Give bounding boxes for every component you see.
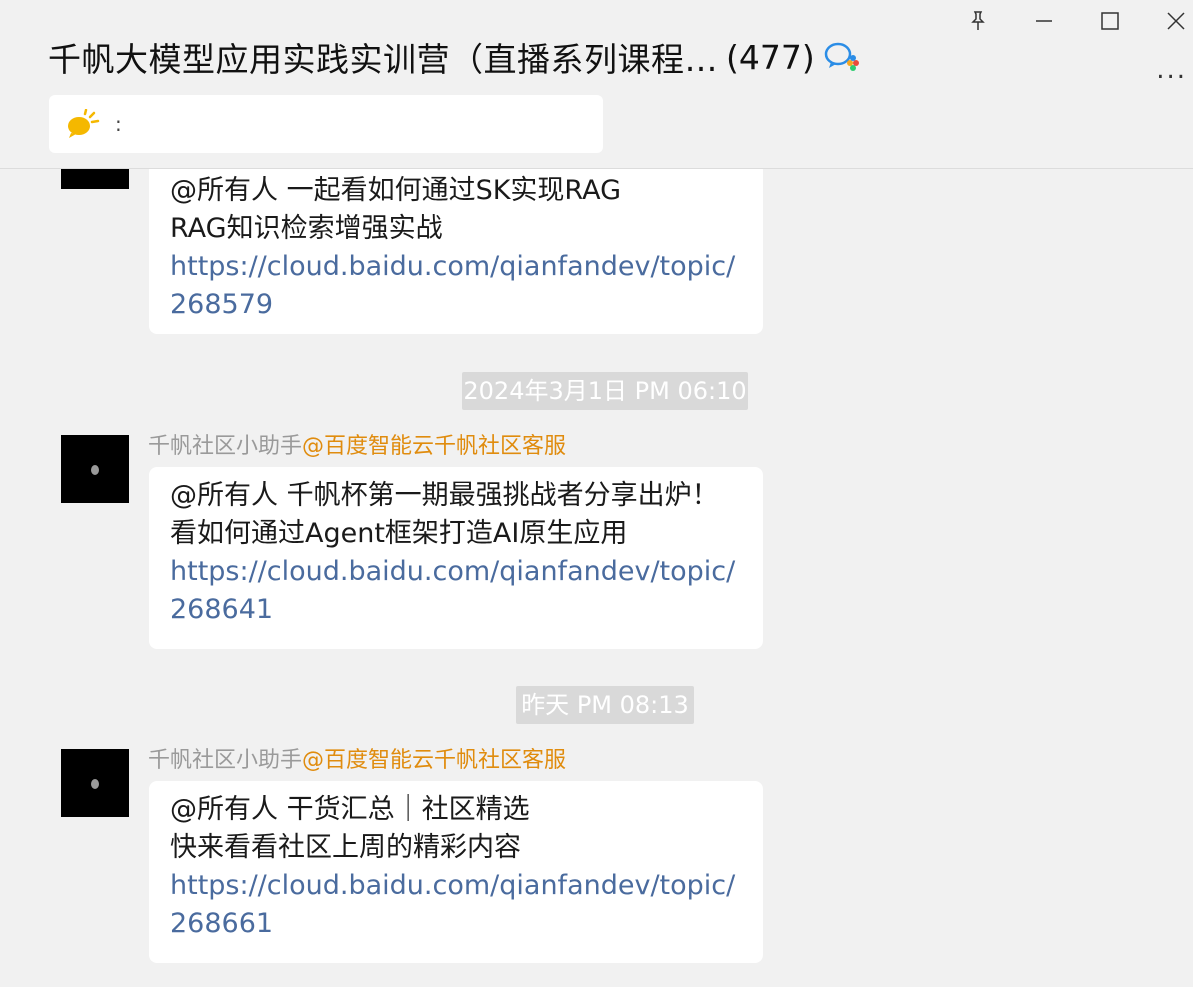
sender-org-tag: @百度智能云千帆社区客服 — [302, 434, 567, 459]
moon-icon — [91, 465, 99, 475]
message-link[interactable]: https://cloud.baidu.com/qianfandev/topic… — [170, 248, 763, 286]
message-bubble[interactable]: @所有人 千帆杯第一期最强挑战者分享出炉！ 看如何通过Agent框架打造AI原生… — [149, 467, 763, 649]
more-options-button[interactable]: ... — [1156, 57, 1187, 83]
message-link[interactable]: https://cloud.baidu.com/qianfandev/topic… — [170, 553, 763, 591]
message-text: @所有人 千帆杯第一期最强挑战者分享出炉！ — [170, 480, 719, 511]
timestamp: 昨天 PM 08:13 — [516, 686, 694, 724]
close-icon — [1167, 12, 1185, 30]
sender-name[interactable]: 千帆社区小助手@百度智能云千帆社区客服 — [148, 742, 566, 774]
announcement-icon — [65, 109, 101, 139]
minimize-icon — [1036, 20, 1052, 22]
avatar[interactable] — [61, 435, 129, 503]
message-text: @所有人 一起看如何通过SK实现RAG — [170, 175, 622, 206]
moon-icon — [91, 779, 99, 789]
message-text: 快来看看社区上周的精彩内容 — [170, 832, 521, 863]
close-button[interactable] — [1159, 6, 1193, 36]
group-notice-bar[interactable]: : — [49, 95, 603, 153]
member-count: (477) — [726, 37, 815, 77]
message-link[interactable]: https://cloud.baidu.com/qianfandev/topic… — [170, 867, 763, 905]
message-text: RAG知识检索增强实战 — [170, 213, 443, 244]
group-chat-icon[interactable] — [823, 40, 861, 74]
chat-header: 千帆大模型应用实践实训营（直播系列课程… (477) ... : — [0, 0, 1193, 169]
pin-button[interactable] — [961, 6, 995, 36]
avatar[interactable] — [61, 749, 129, 817]
maximize-button[interactable] — [1093, 6, 1127, 36]
sender-name[interactable]: 千帆社区小助手@百度智能云千帆社区客服 — [148, 428, 566, 460]
sender-nickname: 千帆社区小助手 — [148, 434, 303, 459]
sender-nickname: 千帆社区小助手 — [148, 748, 303, 773]
timestamp: 2024年3月1日 PM 06:10 — [462, 372, 748, 410]
message-bubble[interactable]: @所有人 干货汇总｜社区精选 快来看看社区上周的精彩内容 https://clo… — [149, 781, 763, 963]
message-text: 看如何通过Agent框架打造AI原生应用 — [170, 518, 628, 549]
message-bubble[interactable]: @所有人 一起看如何通过SK实现RAG RAG知识检索增强实战 https://… — [149, 162, 763, 334]
maximize-icon — [1101, 12, 1119, 30]
message-link[interactable]: 268641 — [170, 591, 763, 629]
chat-title-row: 千帆大模型应用实践实训营（直播系列课程… (477) — [48, 34, 861, 80]
message-link[interactable]: 268579 — [170, 286, 763, 324]
minimize-button[interactable] — [1027, 6, 1061, 36]
message-link[interactable]: 268661 — [170, 905, 763, 943]
pin-icon — [971, 11, 985, 30]
message-text: @所有人 干货汇总｜社区精选 — [170, 794, 530, 825]
sender-org-tag: @百度智能云千帆社区客服 — [302, 748, 567, 773]
chat-title: 千帆大模型应用实践实训营（直播系列课程… — [48, 40, 718, 79]
notice-text: : — [115, 112, 122, 136]
